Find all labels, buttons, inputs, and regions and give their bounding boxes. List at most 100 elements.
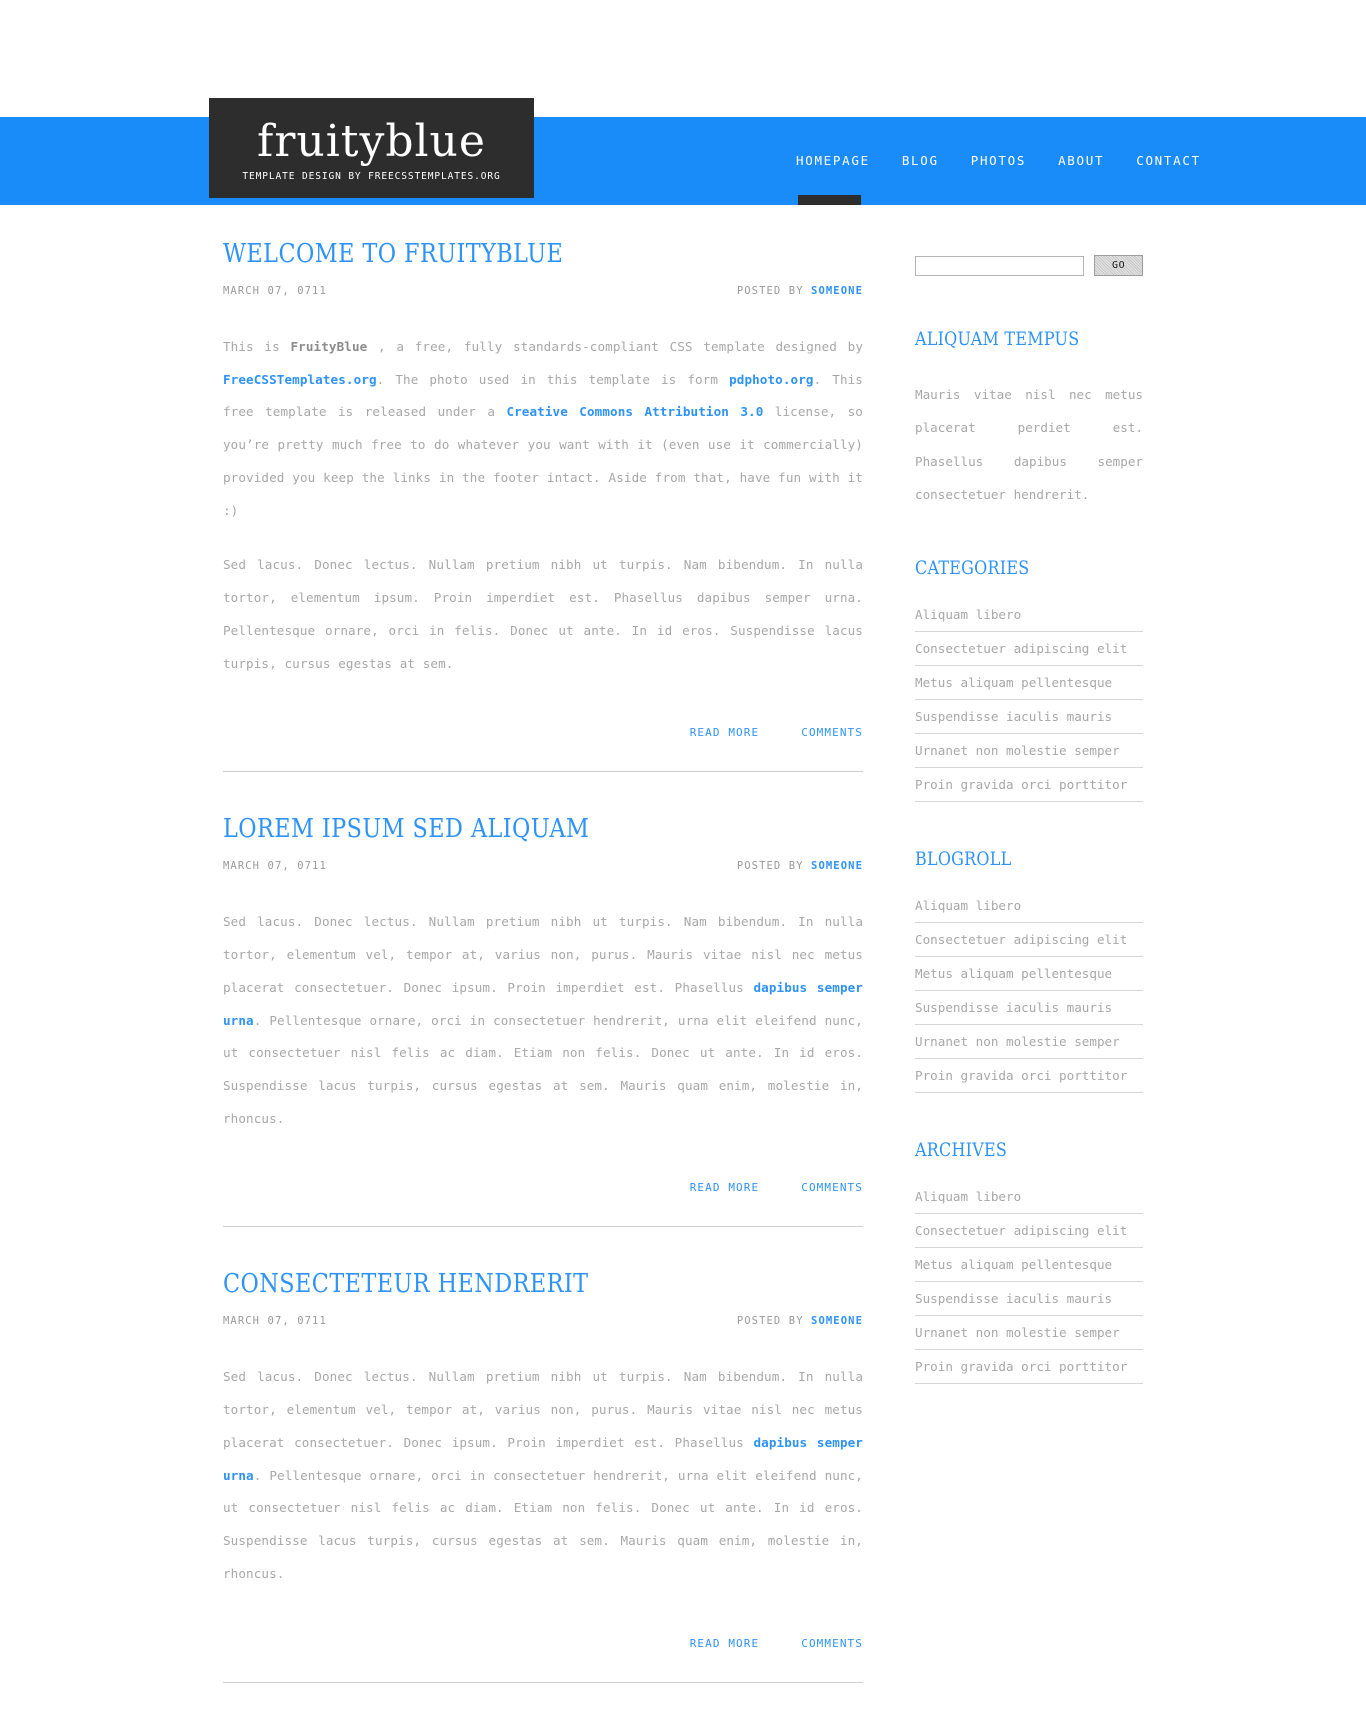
sidebar-list-link[interactable]: Metus aliquam pellentesque [915, 966, 1143, 981]
main-navigation: HOMEPAGE BLOG PHOTOS ABOUT CONTACT [0, 117, 1366, 205]
sidebar-list-link[interactable]: Proin gravida orci porttitor [915, 777, 1143, 792]
nav-item-photos[interactable]: PHOTOS [955, 117, 1042, 205]
list-item: Aliquam libero [915, 1189, 1143, 1215]
post-paragraph: Sed lacus. Donec lectus. Nullam pretium … [223, 1361, 863, 1590]
blog-post: LOREM IPSUM SED ALIQUAM MARCH 07, 0711 POS… [223, 814, 863, 1269]
nav-item-label: BLOG [901, 153, 939, 168]
inline-link[interactable]: pdphoto.org [729, 372, 814, 387]
list-item: Aliquam libero [915, 898, 1143, 924]
sidebar-block: BLOGROLL Aliquam libero Consectetuer adipi… [915, 848, 1143, 1094]
inline-text: license, so you’re pretty much free to d… [223, 404, 863, 518]
sidebar-list-link[interactable]: Suspendisse iaculis mauris [915, 709, 1143, 724]
inline-bold: FruityBlue [290, 339, 368, 354]
sidebar-heading: ARCHIVES [915, 1139, 1008, 1162]
inline-text: . Pellentesque ornare, orci in consectet… [223, 1012, 863, 1126]
inline-text: Sed lacus. Donec lectus. Nullam pretium … [223, 557, 863, 671]
post-paragraph: This is FruityBlue , a free, fully stand… [223, 331, 863, 527]
post-title-link[interactable]: LOREM IPSUM SED ALIQUAM [223, 814, 773, 844]
list-item: Urnanet non molestie semper [915, 743, 1143, 769]
nav-item-blog[interactable]: BLOG [886, 117, 955, 205]
inline-link[interactable]: FreeCSSTemplates.org [223, 372, 377, 387]
comments-link[interactable]: COMMENTS [801, 1637, 863, 1650]
inline-text: This is [223, 339, 291, 354]
sidebar-list-link[interactable]: Consectetuer adipiscing elit [915, 932, 1143, 947]
post-divider [223, 771, 863, 773]
list-item: Urnanet non molestie semper [915, 1034, 1143, 1060]
post-author-link[interactable]: SOMEONE [811, 1315, 863, 1327]
comments-link[interactable]: COMMENTS [801, 1181, 863, 1194]
post-author-group: POSTED BY SOMEONE [737, 1315, 863, 1327]
page-body: WELCOME TO FRUITYBLUE MARCH 07, 0711 POSTE… [0, 205, 1366, 1725]
sidebar-block: ALIQUAM TEMPUS Mauris vitae nisl nec metu… [915, 328, 1143, 511]
nav-item-label: CONTACT [1136, 153, 1201, 168]
inline-link[interactable]: Creative Commons Attribution 3.0 [506, 404, 763, 419]
inline-text: . The photo used in this template is for… [376, 371, 730, 387]
comments-link[interactable]: COMMENTS [801, 726, 863, 739]
nav-item-about[interactable]: ABOUT [1042, 117, 1120, 205]
read-more-link[interactable]: READ MORE [690, 1637, 760, 1650]
sidebar-list-link[interactable]: Aliquam libero [915, 898, 1143, 913]
list-item: Suspendisse iaculis mauris [915, 709, 1143, 735]
sidebar-list-link[interactable]: Metus aliquam pellentesque [915, 1257, 1143, 1272]
sidebar-list-link[interactable]: Aliquam libero [915, 607, 1143, 622]
sidebar-list-link[interactable]: Aliquam libero [915, 1189, 1143, 1204]
sidebar-list-link[interactable]: Consectetuer adipiscing elit [915, 1223, 1143, 1238]
sidebar: GO ALIQUAM TEMPUS Mauris vitae nisl nec m… [915, 205, 1143, 1430]
read-more-link[interactable]: READ MORE [690, 726, 760, 739]
post-author-link[interactable]: SOMEONE [811, 285, 863, 297]
search-form: GO [915, 255, 1143, 276]
post-actions: READ MORE COMMENTS [223, 1613, 863, 1658]
main-content: WELCOME TO FRUITYBLUE MARCH 07, 0711 POSTE… [223, 205, 863, 1725]
sidebar-list: Aliquam libero Consectetuer adipiscing el… [915, 607, 1143, 803]
list-item: Urnanet non molestie semper [915, 1325, 1143, 1351]
post-date: MARCH 07, 0711 [223, 1315, 327, 1328]
post-author-link[interactable]: SOMEONE [811, 860, 863, 872]
sidebar-block: CATEGORIES Aliquam libero Consectetuer adi… [915, 557, 1143, 803]
nav-item-homepage[interactable]: HOMEPAGE [780, 117, 886, 205]
nav-item-contact[interactable]: CONTACT [1120, 117, 1217, 205]
list-item: Aliquam libero [915, 607, 1143, 633]
sidebar-list-link[interactable]: Metus aliquam pellentesque [915, 675, 1143, 690]
sidebar-list-link[interactable]: Urnanet non molestie semper [915, 743, 1143, 758]
sidebar-list: Aliquam libero Consectetuer adipiscing el… [915, 898, 1143, 1094]
sidebar-list-link[interactable]: Consectetuer adipiscing elit [915, 641, 1143, 656]
list-item: Proin gravida orci porttitor [915, 1359, 1143, 1385]
post-meta: MARCH 07, 0711 POSTED BY SOMEONE [223, 285, 863, 297]
post-title-link[interactable]: WELCOME TO FRUITYBLUE [223, 239, 773, 269]
posted-by-label: POSTED BY [736, 1315, 804, 1328]
post-actions: READ MORE COMMENTS [223, 1157, 863, 1202]
sidebar-list-link[interactable]: Suspendisse iaculis mauris [915, 1291, 1143, 1306]
post-date: MARCH 07, 0711 [223, 860, 327, 873]
sidebar-list-link[interactable]: Suspendisse iaculis mauris [915, 1000, 1143, 1015]
sidebar-list-link[interactable]: Urnanet non molestie semper [915, 1325, 1143, 1340]
list-item: Consectetuer adipiscing elit [915, 641, 1143, 667]
post-meta: MARCH 07, 0711 POSTED BY SOMEONE [223, 1315, 863, 1327]
list-item: Metus aliquam pellentesque [915, 1257, 1143, 1283]
post-author-group: POSTED BY SOMEONE [737, 860, 863, 872]
sidebar-paragraph: Mauris vitae nisl nec metus placerat per… [915, 387, 1143, 503]
list-item: Suspendisse iaculis mauris [915, 1291, 1143, 1317]
read-more-link[interactable]: READ MORE [690, 1181, 760, 1194]
sidebar-block: ARCHIVES Aliquam libero Consectetuer adipi… [915, 1139, 1143, 1385]
sidebar-list: Aliquam libero Consectetuer adipiscing el… [915, 1189, 1143, 1385]
sidebar-blocks: ALIQUAM TEMPUS Mauris vitae nisl nec metu… [915, 328, 1143, 1385]
post-divider [223, 1681, 863, 1683]
list-item: Suspendisse iaculis mauris [915, 1000, 1143, 1026]
sidebar-list-link[interactable]: Urnanet non molestie semper [915, 1034, 1143, 1049]
nav-item-label: ABOUT [1058, 153, 1105, 168]
post-author-group: POSTED BY SOMEONE [737, 285, 863, 297]
nav-active-indicator [798, 195, 861, 205]
sidebar-list-link[interactable]: Proin gravida orci porttitor [915, 1359, 1143, 1374]
nav-item-label: HOMEPAGE [796, 153, 870, 168]
sidebar-list-link[interactable]: Proin gravida orci porttitor [915, 1068, 1143, 1083]
post-meta: MARCH 07, 0711 POSTED BY SOMEONE [223, 860, 863, 872]
sidebar-heading: ALIQUAM TEMPUS [915, 328, 1080, 350]
inline-text: . Pellentesque ornare, orci in consectet… [223, 1467, 863, 1581]
sidebar-heading: CATEGORIES [915, 557, 1030, 580]
list-item: Metus aliquam pellentesque [915, 675, 1143, 701]
search-go-button[interactable]: GO [1094, 255, 1143, 276]
list-item: Consectetuer adipiscing elit [915, 1223, 1143, 1249]
post-divider [223, 1226, 863, 1228]
post-title-link[interactable]: CONSECTETEUR HENDRERIT [223, 1269, 773, 1299]
search-input[interactable] [915, 255, 1085, 276]
